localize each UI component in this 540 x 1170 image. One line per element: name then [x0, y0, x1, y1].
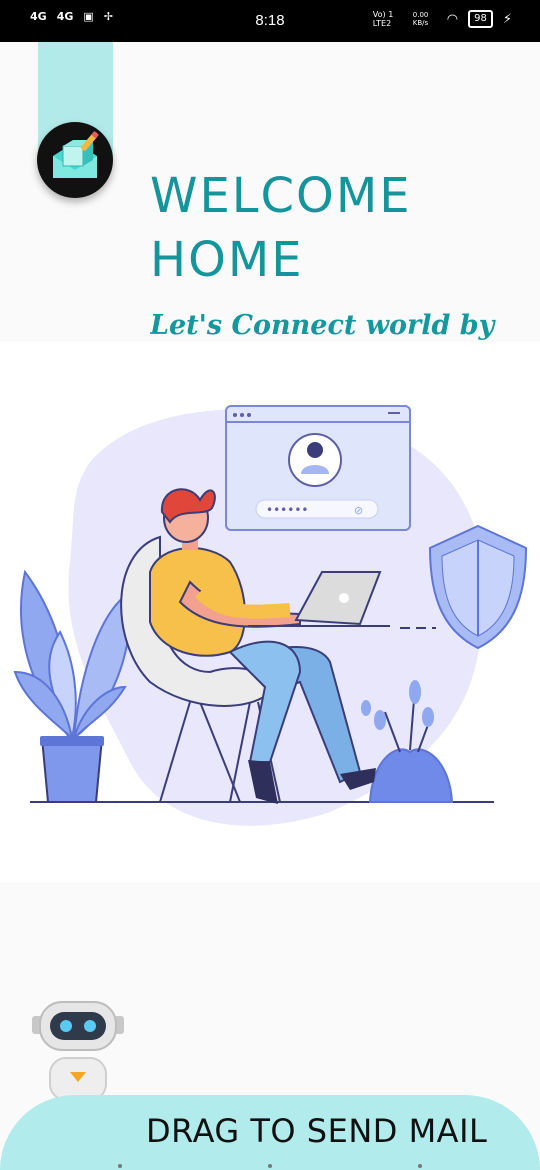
battery-icon: 98 [468, 10, 493, 28]
data-speed: 0.00 KB/s [412, 11, 429, 27]
title-line-1: WELCOME [150, 168, 412, 224]
lte-label: Vo) 1 LTE2 [372, 10, 394, 28]
hero-illustration: •••••• ⊘ [0, 342, 540, 882]
svg-text:⊘: ⊘ [354, 504, 363, 517]
charging-icon: ⚡ [502, 11, 512, 27]
subtitle: Let's Connect world by [150, 310, 495, 341]
nav-dot-right [418, 1164, 422, 1168]
nav-dot-center [268, 1164, 272, 1168]
login-window-icon: •••••• ⊘ [225, 405, 411, 531]
status-bar: 4G 4G ▣ ✢ 8:18 Vo) 1 LTE2 0.00 KB/s ◠ 98… [0, 0, 540, 42]
drag-to-send-label: DRAG TO SEND MAIL [146, 1112, 488, 1150]
status-right: Vo) 1 LTE2 0.00 KB/s ◠ 98 ⚡ [373, 10, 512, 28]
mail-logo-icon[interactable] [37, 122, 113, 198]
wifi-icon: ◠ [446, 11, 459, 27]
nav-dot-left [118, 1164, 122, 1168]
robot-mascot-icon[interactable] [28, 1000, 128, 1101]
title-line-2: HOME [150, 232, 304, 288]
page-title: WELCOME HOME [150, 164, 412, 292]
password-dots: •••••• [266, 503, 308, 517]
